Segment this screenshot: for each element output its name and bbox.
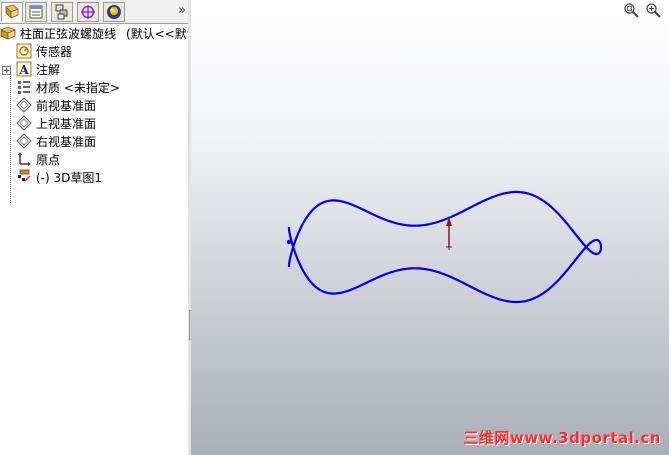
property-icon <box>29 5 43 19</box>
annotation-icon: A <box>16 61 32 77</box>
feature-manager-tab[interactable] <box>1 2 23 22</box>
dimxpert-manager-tab[interactable] <box>77 2 99 22</box>
tree-item-label: 传感器 <box>36 44 73 59</box>
tree-item-label: 材质 <未指定> <box>36 80 120 95</box>
configuration-icon <box>55 4 68 20</box>
part-name: 柱面正弦波螺旋线 <box>20 26 117 41</box>
tree-item-3d-sketch[interactable]: (-) 3D草图1 <box>16 168 102 186</box>
plane-icon <box>16 133 32 149</box>
sensor-icon <box>16 43 32 59</box>
tree-item-top-plane[interactable]: 上视基准面 <box>16 114 96 132</box>
tree-item-label: 右视基准面 <box>36 134 97 149</box>
sketch-origin-icon <box>446 217 452 250</box>
tree-item-annotations[interactable]: A 注解 <box>16 60 60 78</box>
sketch-3d-icon <box>18 169 31 182</box>
material-icon <box>18 81 30 94</box>
tree-root-part[interactable]: 柱面正弦波螺旋线 (默认<<默认 <box>0 24 199 42</box>
tree-item-label: 上视基准面 <box>36 116 97 131</box>
part-icon <box>0 26 16 40</box>
feature-manager-tab-bar: » <box>0 0 189 24</box>
graphics-viewport[interactable]: 三维网www.3dportal.cn <box>191 0 669 455</box>
tree-item-material[interactable]: 材质 <未指定> <box>16 78 120 96</box>
property-manager-tab[interactable] <box>25 2 47 22</box>
site-watermark: 三维网www.3dportal.cn <box>463 429 661 447</box>
tree-item-right-plane[interactable]: 右视基准面 <box>16 132 96 150</box>
origin-icon <box>18 152 31 166</box>
sine-wave-helix-curve[interactable] <box>287 190 603 304</box>
tree-item-sensors[interactable]: 传感器 <box>16 42 72 60</box>
feature-manager-panel: » 柱面正弦波螺旋线 (默认<<默认 传感器 + A 注解 材质 <未指定> 前… <box>0 0 199 455</box>
appearance-icon <box>107 5 121 19</box>
tree-item-front-plane[interactable]: 前视基准面 <box>16 96 96 114</box>
plane-icon <box>16 97 32 113</box>
tree-item-label: 原点 <box>36 152 61 167</box>
tree-connector <box>10 65 11 203</box>
tree-item-label: 注解 <box>36 62 61 77</box>
expand-annotations-button[interactable]: + <box>2 66 11 76</box>
more-tabs-button[interactable]: » <box>178 3 186 18</box>
crosshair-icon <box>81 5 95 19</box>
tree-item-label: 前视基准面 <box>36 98 97 113</box>
tree-item-origin[interactable]: 原点 <box>16 150 60 168</box>
svg-text:A: A <box>18 63 29 77</box>
model-graphics <box>286 190 603 304</box>
configuration-manager-tab[interactable] <box>51 2 73 22</box>
curve-start-point[interactable] <box>286 239 292 245</box>
tree-item-label: (-) 3D草图1 <box>36 170 103 185</box>
display-manager-tab[interactable] <box>103 2 125 22</box>
plane-icon <box>16 115 32 131</box>
feature-tree-icon <box>5 4 19 19</box>
